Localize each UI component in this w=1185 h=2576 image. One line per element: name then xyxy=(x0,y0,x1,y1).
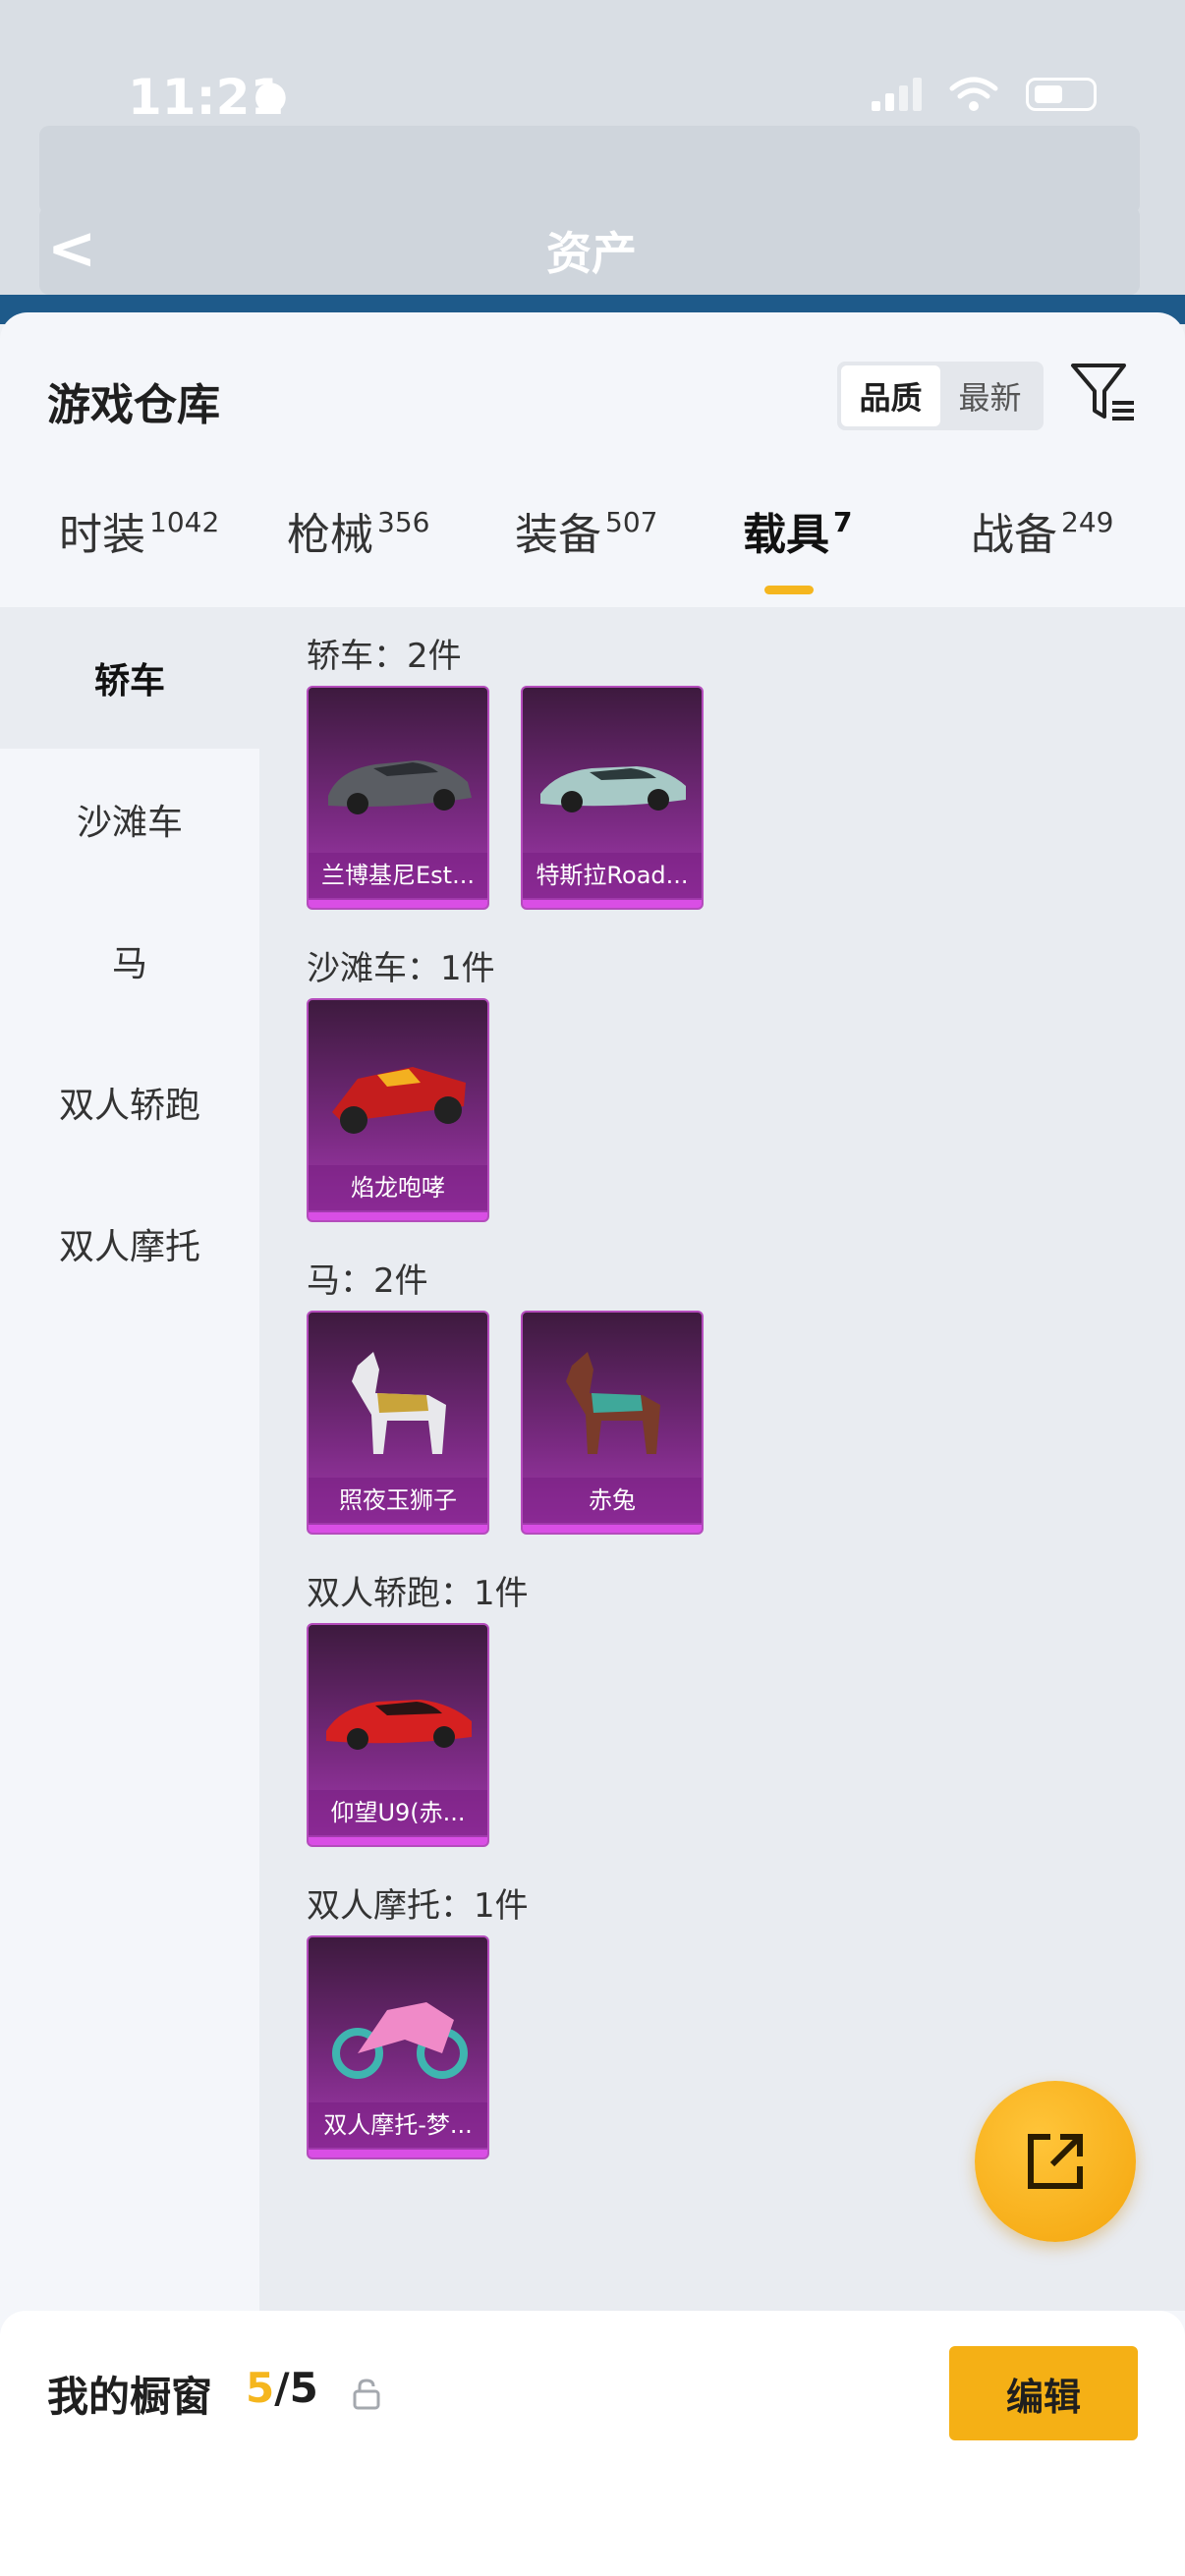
tab-label: 枪械 xyxy=(287,510,373,560)
paw-icon: ● xyxy=(254,73,288,118)
tab-count: 7 xyxy=(833,506,853,538)
share-button[interactable] xyxy=(975,2081,1136,2242)
warehouse-sheet: 游戏仓库 品质 最新 时装 1042 枪械 356 装备 507 载具 7 战备 249 … xyxy=(0,312,1185,2576)
item-label: 双人摩托-梦... xyxy=(309,2102,487,2148)
horse-image xyxy=(352,1352,446,1454)
item-card[interactable]: 双人摩托-梦... xyxy=(307,1935,489,2159)
motorcycle-image xyxy=(332,2002,468,2079)
active-tab-indicator xyxy=(764,586,814,594)
item-label: 赤兔 xyxy=(523,1478,702,1523)
item-card[interactable]: 特斯拉Road... xyxy=(521,686,704,910)
sort-quality-button[interactable]: 品质 xyxy=(841,365,940,426)
sheet-title: 游戏仓库 xyxy=(47,380,220,430)
external-link-icon xyxy=(1028,2134,1083,2189)
sidebar-item-two-seat-motorcycle[interactable]: 双人摩托 xyxy=(0,1173,259,1315)
sports-car-image xyxy=(326,1700,472,1750)
tab-count: 249 xyxy=(1061,506,1114,538)
sidebar-item-beach-buggy[interactable]: 沙滩车 xyxy=(0,749,259,890)
background-page-header: 11:21 ● < 资产 xyxy=(0,0,1185,324)
category-tabs: 时装 1042 枪械 356 装备 507 载具 7 战备 249 xyxy=(0,499,1185,609)
background-page-title: 资产 xyxy=(546,227,637,280)
sports-car-image xyxy=(328,760,472,814)
showcase-count: 5/5 xyxy=(246,2364,318,2412)
tab-count: 1042 xyxy=(149,506,220,538)
item-label: 照夜玉狮子 xyxy=(309,1478,487,1523)
buggy-image xyxy=(332,1067,466,1134)
tab-label: 战备 xyxy=(971,510,1057,560)
tab-combat-gear[interactable]: 战备 249 xyxy=(971,499,1113,562)
item-card[interactable]: 兰博基尼Est... xyxy=(307,686,489,910)
tab-fashion[interactable]: 时装 1042 xyxy=(59,499,219,562)
vehicle-category-sidebar: 轿车 沙滩车 马 双人轿跑 双人摩托 xyxy=(0,607,259,2311)
item-card[interactable]: 焰龙咆哮 xyxy=(307,998,489,1222)
tab-label: 装备 xyxy=(515,510,601,560)
background-stats-row xyxy=(39,126,1140,214)
sidebar-item-sedan[interactable]: 轿车 xyxy=(0,607,259,749)
tab-count: 356 xyxy=(377,506,430,538)
showcase-title: 我的橱窗 xyxy=(47,2373,213,2421)
item-label: 焰龙咆哮 xyxy=(309,1165,487,1210)
status-icons xyxy=(872,77,1097,112)
section-title-sedan: 轿车：2件 xyxy=(307,637,462,676)
section-title-horse: 马：2件 xyxy=(307,1261,428,1301)
tab-label: 时装 xyxy=(59,510,145,560)
wifi-icon xyxy=(949,77,998,111)
sidebar-item-two-seat-coupe[interactable]: 双人轿跑 xyxy=(0,1032,259,1173)
tab-count: 507 xyxy=(605,506,658,538)
section-title-two-seat-coupe: 双人轿跑：1件 xyxy=(307,1574,529,1613)
lock-icon xyxy=(353,2379,380,2410)
horse-image xyxy=(566,1352,660,1454)
showcase-current: 5 xyxy=(246,2364,275,2412)
showcase-total: /5 xyxy=(274,2364,318,2412)
item-card[interactable]: 仰望U9(赤... xyxy=(307,1623,489,1847)
item-card[interactable]: 照夜玉狮子 xyxy=(307,1311,489,1535)
sort-newest-button[interactable]: 最新 xyxy=(940,365,1040,426)
tab-vehicles[interactable]: 载具 7 xyxy=(743,499,852,562)
back-arrow-icon[interactable]: < xyxy=(47,214,96,283)
tab-label: 载具 xyxy=(743,510,829,560)
showcase-bar: 我的橱窗 5/5 编辑 xyxy=(0,2311,1185,2576)
edit-button[interactable]: 编辑 xyxy=(949,2346,1138,2440)
item-card[interactable]: 赤兔 xyxy=(521,1311,704,1535)
tab-equipment[interactable]: 装备 507 xyxy=(515,499,657,562)
item-label: 兰博基尼Est... xyxy=(309,853,487,898)
battery-icon xyxy=(1026,78,1097,111)
sort-toggle: 品质 最新 xyxy=(837,362,1044,430)
sidebar-item-horse[interactable]: 马 xyxy=(0,890,259,1032)
item-label: 仰望U9(赤... xyxy=(309,1790,487,1835)
signal-icon xyxy=(872,78,922,111)
filter-icon[interactable] xyxy=(1069,358,1138,426)
tab-guns[interactable]: 枪械 356 xyxy=(287,499,429,562)
section-title-two-seat-motorcycle: 双人摩托：1件 xyxy=(307,1886,529,1926)
vehicle-list: 轿车：2件 兰博基尼Est... 特斯拉Road... 沙滩车：1件 焰龙咆哮 … xyxy=(259,607,1185,2311)
item-label: 特斯拉Road... xyxy=(523,853,702,898)
sports-car-image xyxy=(540,766,686,812)
section-title-beach-buggy: 沙滩车：1件 xyxy=(307,949,495,988)
